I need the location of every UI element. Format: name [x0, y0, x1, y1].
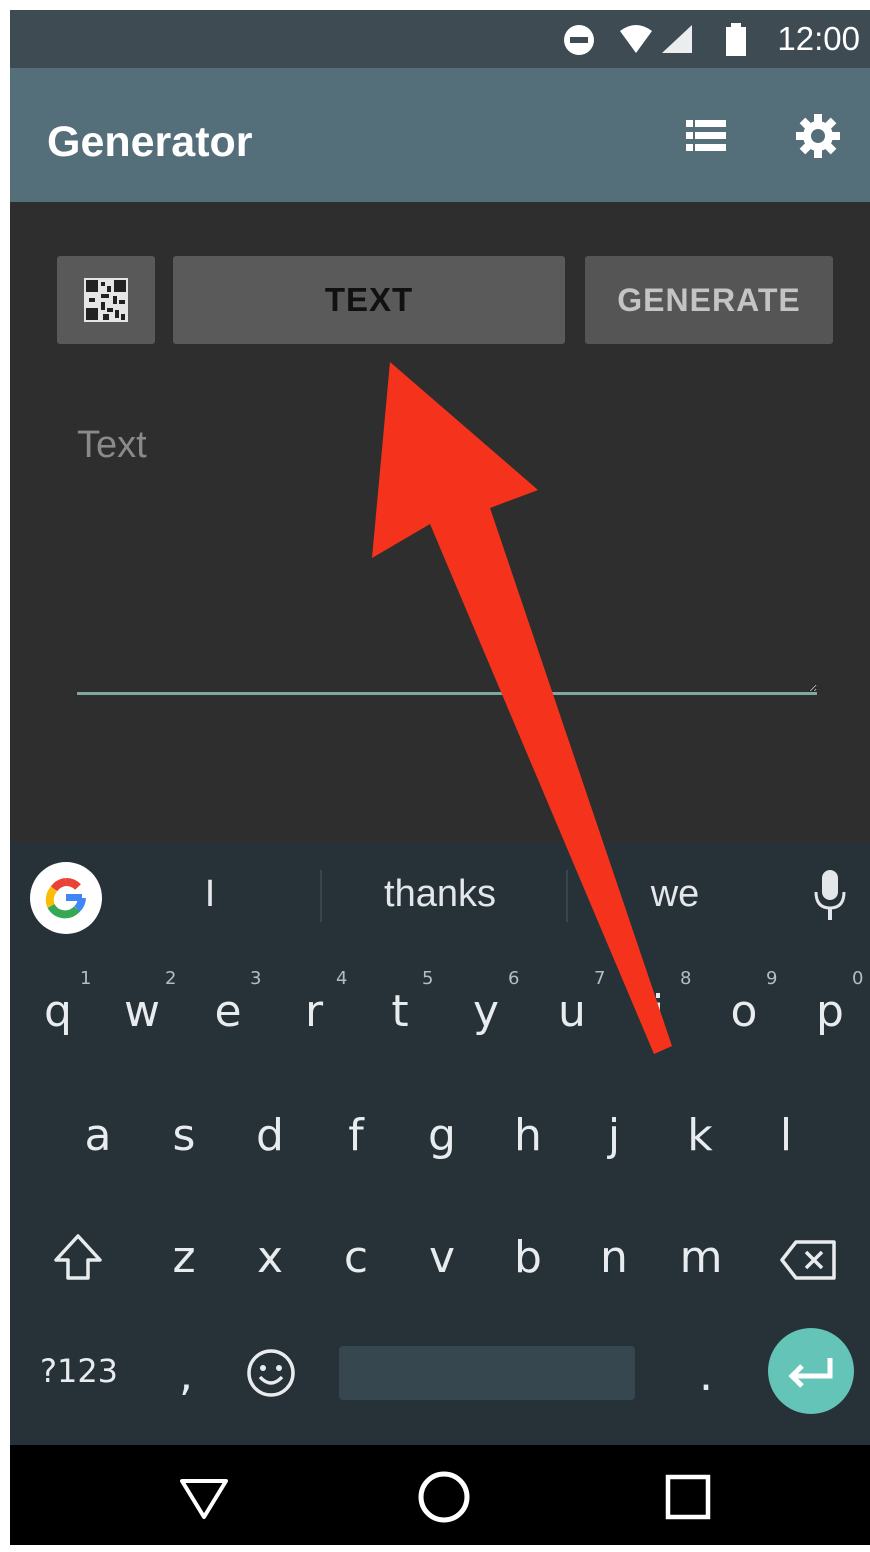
status-time: 12:00: [777, 20, 860, 57]
key-c[interactable]: c: [334, 1232, 378, 1283]
key-p[interactable]: p: [808, 986, 852, 1037]
key-hint: 5: [422, 968, 434, 989]
key-n[interactable]: n: [592, 1232, 636, 1283]
key-w[interactable]: w: [120, 986, 164, 1037]
home-icon[interactable]: [416, 1469, 472, 1525]
wifi-icon: [620, 25, 652, 53]
suggestion-2[interactable]: thanks: [350, 866, 530, 922]
text-input[interactable]: [77, 424, 817, 695]
key-v[interactable]: v: [420, 1232, 464, 1283]
key-hint: 0: [852, 968, 864, 989]
app-bar: Generator: [10, 68, 870, 202]
comma-key[interactable]: ,: [166, 1350, 206, 1401]
emoji-icon[interactable]: [244, 1346, 298, 1400]
key-k[interactable]: k: [678, 1110, 722, 1161]
key-g[interactable]: g: [420, 1110, 464, 1161]
list-icon[interactable]: [682, 112, 730, 160]
key-f[interactable]: f: [334, 1110, 378, 1161]
key-hint: 1: [80, 968, 92, 989]
do-not-disturb-icon: [564, 25, 594, 55]
settings-icon[interactable]: [794, 112, 842, 160]
enter-icon: [788, 1358, 833, 1388]
key-i[interactable]: i: [636, 986, 680, 1037]
generate-button[interactable]: GENERATE: [585, 256, 833, 344]
key-t[interactable]: t: [378, 986, 422, 1037]
key-y[interactable]: y: [464, 986, 508, 1037]
suggestion-divider: [320, 870, 322, 922]
keyboard: q 1 w 2 e 3 r 4 t 5 y 6 u 7 i 8 o 9 p 0 …: [10, 946, 870, 1445]
key-l[interactable]: l: [764, 1110, 808, 1161]
key-e[interactable]: e: [206, 986, 250, 1037]
navigation-bar: [10, 1445, 870, 1545]
key-hint: 8: [680, 968, 692, 989]
key-u[interactable]: u: [550, 986, 594, 1037]
recents-icon[interactable]: [660, 1469, 716, 1525]
period-key[interactable]: .: [686, 1350, 726, 1401]
key-h[interactable]: h: [506, 1110, 550, 1161]
key-z[interactable]: z: [162, 1232, 206, 1283]
shift-icon[interactable]: [50, 1232, 106, 1284]
suggestion-1[interactable]: I: [130, 866, 290, 922]
app-title: Generator: [47, 118, 253, 166]
key-r[interactable]: r: [292, 986, 336, 1037]
space-bar[interactable]: [339, 1346, 635, 1400]
key-d[interactable]: d: [248, 1110, 292, 1161]
key-a[interactable]: a: [76, 1110, 120, 1161]
qr-code-icon: [84, 278, 128, 322]
google-g-icon: [45, 878, 86, 919]
key-hint: 9: [766, 968, 778, 989]
suggestion-strip: I thanks we: [10, 842, 870, 946]
microphone-icon[interactable]: [812, 868, 848, 924]
phone-screen: 12:00 Generator TEXT GENERATE Text I tha…: [10, 10, 870, 1545]
text-type-button[interactable]: TEXT: [173, 256, 565, 344]
key-hint: 3: [250, 968, 262, 989]
key-o[interactable]: o: [722, 986, 766, 1037]
generator-content: TEXT GENERATE: [10, 202, 870, 842]
key-hint: 6: [508, 968, 520, 989]
key-b[interactable]: b: [506, 1232, 550, 1283]
cell-signal-icon: [662, 25, 692, 53]
key-m[interactable]: m: [676, 1232, 726, 1283]
key-s[interactable]: s: [162, 1110, 206, 1161]
enter-key[interactable]: [768, 1328, 854, 1414]
key-hint: 4: [336, 968, 348, 989]
status-bar: 12:00: [10, 10, 870, 68]
backspace-icon[interactable]: [778, 1238, 838, 1282]
suggestion-divider: [566, 870, 568, 922]
key-hint: 2: [165, 968, 177, 989]
qr-type-button[interactable]: [57, 256, 155, 344]
battery-icon: [726, 23, 746, 56]
key-x[interactable]: x: [248, 1232, 292, 1283]
google-logo-button[interactable]: [30, 862, 102, 934]
key-j[interactable]: j: [592, 1110, 636, 1161]
symbols-key[interactable]: ?123: [34, 1352, 124, 1390]
key-q[interactable]: q: [36, 986, 80, 1037]
key-hint: 7: [594, 968, 606, 989]
suggestion-3[interactable]: we: [600, 866, 750, 922]
back-icon[interactable]: [176, 1469, 232, 1525]
